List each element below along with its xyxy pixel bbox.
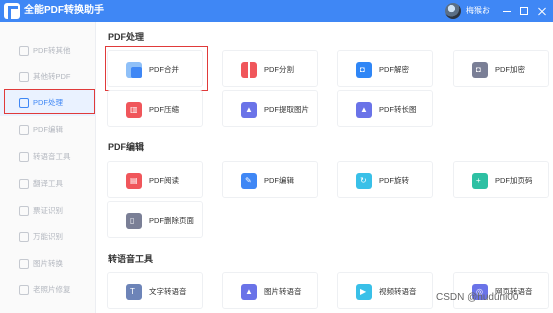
sidebar-item-image-convert[interactable]: 图片转换 (0, 251, 96, 277)
photo-restore-icon (19, 285, 29, 295)
tool-label: PDF提取图片 (264, 105, 309, 114)
app-title: 全能PDF转换助手 (24, 5, 104, 16)
app-logo-icon (4, 3, 20, 19)
rotate-icon: ↻ (356, 173, 372, 189)
section-title-pdf-process: PDF处理 (108, 32, 145, 42)
video-to-speech-icon: ▶ (356, 284, 372, 300)
tool-label: PDF编辑 (264, 176, 294, 185)
tool-label: PDF转长图 (379, 105, 417, 114)
long-image-icon: ▲ (356, 102, 372, 118)
pdf-import-icon (19, 72, 29, 82)
tool-label: PDF旋转 (379, 176, 409, 185)
user-name[interactable]: 梅猴お (466, 5, 490, 17)
pdf-export-icon (19, 46, 29, 56)
tool-pdf-decrypt[interactable]: ◘ PDF解密 (337, 50, 433, 87)
sidebar-item-label: 万能识别 (33, 232, 63, 241)
tool-pdf-rotate[interactable]: ↻ PDF旋转 (337, 161, 433, 198)
tool-pdf-split[interactable]: PDF分割 (222, 50, 318, 87)
tool-pdf-delete-page[interactable]: ▯ PDF删除页面 (107, 201, 203, 238)
sidebar-item-label: 转语音工具 (33, 152, 71, 161)
sidebar-item-voice-tool[interactable]: 转语音工具 (0, 144, 96, 170)
sidebar-item-label: PDF转其他 (33, 46, 71, 55)
ocr-icon (19, 232, 29, 242)
split-icon (241, 62, 257, 78)
tool-pdf-extract-image[interactable]: ▲ PDF提取图片 (222, 90, 318, 127)
sidebar-item-photo-restore[interactable]: 老照片修复 (0, 277, 96, 303)
tool-web-to-speech[interactable]: ◎ 网页转语音 (453, 272, 549, 309)
maximize-icon (520, 7, 528, 15)
close-button[interactable] (534, 3, 550, 19)
image-to-speech-icon: ▲ (241, 284, 257, 300)
sidebar-item-receipt[interactable]: 票证识别 (0, 198, 96, 224)
tool-text-to-speech[interactable]: T 文字转语音 (107, 272, 203, 309)
delete-page-icon: ▯ (126, 213, 142, 229)
section-title-pdf-edit: PDF编辑 (108, 142, 145, 152)
sidebar-item-pdf-to-other[interactable]: PDF转其他 (0, 38, 96, 64)
sidebar-item-pdf-edit[interactable]: PDF编辑 (0, 117, 96, 143)
tool-video-to-speech[interactable]: ▶ 视频转语音 (337, 272, 433, 309)
page-number-icon: + (472, 173, 488, 189)
active-item-highlight (4, 89, 95, 114)
tool-label: 文字转语音 (149, 287, 187, 296)
tool-label: PDF解密 (379, 65, 409, 74)
sidebar-item-label: 票证识别 (33, 206, 63, 215)
tool-label: PDF阅读 (149, 176, 179, 185)
tool-label: 图片转语音 (264, 287, 302, 296)
selected-tool-highlight (105, 46, 208, 91)
tool-label: 视频转语音 (379, 287, 417, 296)
sidebar-item-ocr[interactable]: 万能识别 (0, 224, 96, 250)
maximize-button[interactable] (516, 3, 532, 19)
watermark: CSDN @huduni00 (436, 292, 519, 303)
sidebar-item-label: 其他转PDF (33, 72, 71, 81)
read-icon: ▤ (126, 173, 142, 189)
sidebar-item-label: 老照片修复 (33, 285, 71, 294)
sidebar: PDF转其他 其他转PDF PDF处理 PDF编辑 转语音工具 翻译工具 票证识… (0, 22, 96, 313)
image-convert-icon (19, 259, 29, 269)
tool-label: PDF分割 (264, 65, 294, 74)
pdf-edit-icon (19, 125, 29, 135)
voice-tool-icon (19, 152, 29, 162)
tool-pdf-to-long-image[interactable]: ▲ PDF转长图 (337, 90, 433, 127)
tool-label: PDF加页码 (495, 176, 533, 185)
tool-image-to-speech[interactable]: ▲ 图片转语音 (222, 272, 318, 309)
tool-label: PDF加密 (495, 65, 525, 74)
user-avatar[interactable] (445, 3, 461, 19)
sidebar-item-translate[interactable]: 翻译工具 (0, 171, 96, 197)
receipt-icon (19, 206, 29, 216)
sidebar-item-label: PDF编辑 (33, 125, 63, 134)
tool-pdf-edit[interactable]: ✎ PDF编辑 (222, 161, 318, 198)
minimize-button[interactable] (499, 3, 515, 19)
sidebar-item-label: 图片转换 (33, 259, 63, 268)
tool-label: PDF删除页面 (149, 216, 194, 225)
tool-pdf-read[interactable]: ▤ PDF阅读 (107, 161, 203, 198)
title-bar: 全能PDF转换助手 梅猴お (0, 0, 553, 22)
tool-pdf-page-number[interactable]: + PDF加页码 (453, 161, 549, 198)
tool-pdf-encrypt[interactable]: ◘ PDF加密 (453, 50, 549, 87)
section-title-voice-tools: 转语音工具 (108, 254, 154, 264)
unlock-icon: ◘ (356, 62, 372, 78)
extract-image-icon: ▲ (241, 102, 257, 118)
tool-label: PDF压缩 (149, 105, 179, 114)
minimize-icon (503, 11, 511, 12)
edit-icon: ✎ (241, 173, 257, 189)
tool-pdf-compress[interactable]: ▥ PDF压缩 (107, 90, 203, 127)
lock-icon: ◘ (472, 62, 488, 78)
translate-icon (19, 179, 29, 189)
sidebar-item-label: 翻译工具 (33, 179, 63, 188)
sidebar-item-other-to-pdf[interactable]: 其他转PDF (0, 64, 96, 90)
compress-icon: ▥ (126, 102, 142, 118)
text-to-speech-icon: T (126, 284, 142, 300)
